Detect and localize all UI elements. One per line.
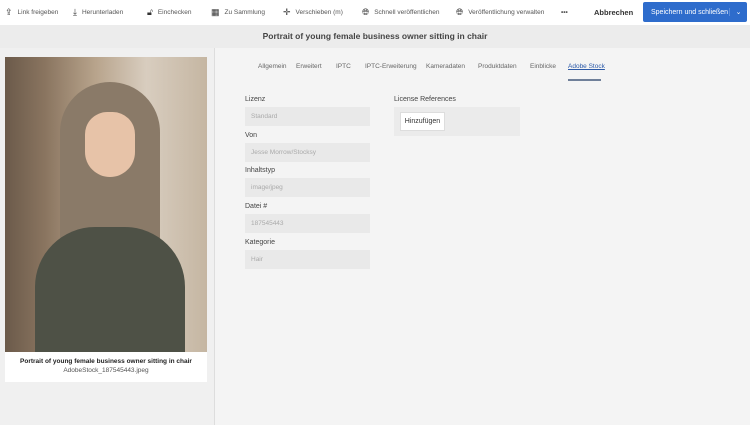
asset-preview-panel: Portrait of young female business owner …: [0, 48, 215, 425]
asset-filename: AdobeStock_187545443.jpeg: [63, 367, 149, 374]
share-link-button[interactable]: ⇪ Link freigeben: [5, 0, 58, 25]
checkin-button[interactable]: 🔓︎ Einchecken: [147, 0, 191, 25]
tab-erweitert[interactable]: Erweitert: [296, 63, 322, 81]
label: Schnell veröffentlichen: [374, 9, 440, 16]
label: Zu Sammlung: [224, 9, 265, 16]
unlock-icon: 🔓︎: [147, 7, 153, 17]
save-and-close-button[interactable]: Speichern und schließen ⌄: [643, 2, 747, 22]
share-icon: ⇪: [5, 7, 13, 17]
label: Verschieben (m): [295, 9, 343, 16]
file-number-field: 187545443: [245, 214, 370, 233]
move-button[interactable]: ✛ Verschieben (m): [283, 0, 343, 25]
label: Herunterladen: [81, 9, 124, 16]
asset-caption: Portrait of young female business owner …: [5, 352, 207, 382]
license-references-box: Hinzufügen: [394, 107, 520, 136]
license-field: Standard: [245, 107, 370, 126]
label: Link freigeben: [17, 9, 59, 16]
globe-gear-icon: 🌐︎: [456, 7, 464, 17]
toolbar: ⇪ Link freigeben ⤓ Herunterladen 🔓︎ Einchec…: [0, 0, 750, 25]
tab-adobe-stock[interactable]: Adobe Stock: [568, 63, 605, 81]
label: Einchecken: [157, 9, 192, 16]
page-title: Portrait of young female business owner …: [0, 25, 750, 48]
tab-allgemein[interactable]: Allgemein: [258, 63, 287, 81]
add-reference-button[interactable]: Hinzufügen: [400, 112, 445, 131]
collection-icon: ▦: [211, 7, 220, 17]
cancel-button[interactable]: Abbrechen: [594, 8, 633, 17]
tab-iptc[interactable]: IPTC: [336, 63, 351, 81]
category-field: Hair: [245, 250, 370, 269]
download-icon: ⤓: [73, 7, 77, 17]
label: Veröffentlichung verwalten: [468, 9, 545, 16]
globe-icon: 🌐︎: [362, 7, 370, 17]
content-type-label: Inhaltstyp: [245, 167, 275, 174]
content-type-field: image/jpeg: [245, 178, 370, 197]
tab-einblicke[interactable]: Einblicke: [530, 63, 556, 81]
asset-image: [5, 57, 207, 352]
file-number-label: Datei #: [245, 203, 268, 210]
author-label: Von: [245, 132, 258, 139]
category-label: Kategorie: [245, 239, 275, 246]
author-field: Jesse Morrow/Stocksy: [245, 143, 370, 162]
tab-produktdaten[interactable]: Produktdaten: [478, 63, 517, 81]
asset-title: Portrait of young female business owner …: [20, 358, 192, 365]
add-to-collection-button[interactable]: ▦ Zu Sammlung: [211, 0, 265, 25]
more-button[interactable]: •••: [561, 0, 568, 25]
save-label: Speichern und schließen: [651, 8, 729, 16]
tab-kameradaten[interactable]: Kameradaten: [426, 63, 465, 81]
move-icon: ✛: [283, 7, 291, 17]
license-label: Lizenz: [245, 96, 266, 103]
download-button[interactable]: ⤓ Herunterladen: [73, 0, 123, 25]
tab-iptc-erweiterung[interactable]: IPTC-Erweiterung: [365, 63, 417, 81]
quick-publish-button[interactable]: 🌐︎ Schnell veröffentlichen: [362, 0, 440, 25]
license-references-label: License References: [394, 96, 456, 103]
manage-publication-button[interactable]: 🌐︎ Veröffentlichung verwalten: [456, 0, 544, 25]
chevron-down-icon[interactable]: ⌄: [729, 8, 747, 16]
